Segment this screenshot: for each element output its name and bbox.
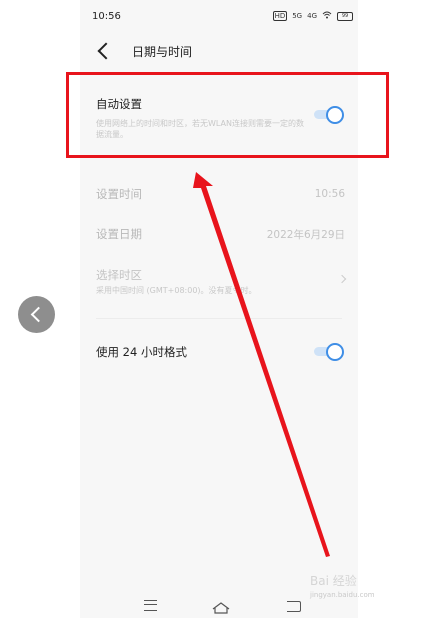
recent-back-icon[interactable]	[287, 601, 301, 612]
watermark-text: Bai 经验	[310, 574, 357, 588]
home-icon[interactable]	[212, 599, 230, 614]
watermark: Bai 经验 jingyan.baidu.com	[310, 572, 428, 599]
red-arrow-annotation	[193, 172, 330, 557]
menu-icon[interactable]	[144, 600, 157, 611]
watermark-url: jingyan.baidu.com	[310, 591, 375, 599]
